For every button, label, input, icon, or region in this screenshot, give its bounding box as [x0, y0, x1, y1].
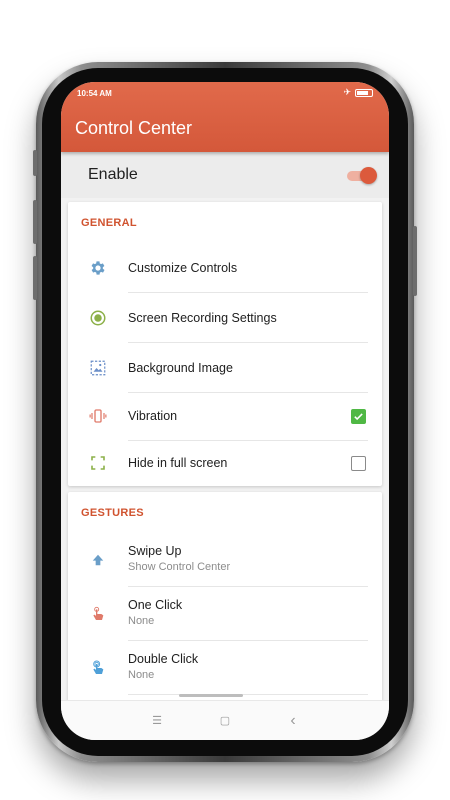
- item-label: Screen Recording Settings: [128, 311, 277, 325]
- home-icon[interactable]: ▢: [217, 714, 233, 727]
- divider: [128, 586, 368, 587]
- item-label: Double Click: [128, 652, 199, 666]
- list-item-one-click[interactable]: One Click None: [68, 594, 382, 632]
- image-icon: [88, 358, 108, 378]
- divider: [128, 694, 368, 695]
- volume-down-button: [33, 256, 37, 300]
- phone-screen: 10:54 AM ✈ Control Center Enable GENERAL…: [61, 82, 389, 740]
- divider: [128, 342, 368, 343]
- item-label: Customize Controls: [128, 261, 238, 275]
- back-icon[interactable]: ‹: [285, 712, 301, 730]
- item-label: One Click: [128, 598, 183, 612]
- list-item-swipe-up[interactable]: Swipe Up Show Control Center: [68, 540, 382, 578]
- divider: [128, 440, 368, 441]
- list-item-hide-in-full-screen[interactable]: Hide in full screen: [68, 447, 382, 479]
- scroll-handle[interactable]: [179, 694, 243, 697]
- double-tap-icon: [88, 658, 108, 678]
- item-label: Background Image: [128, 361, 233, 375]
- divider: [128, 292, 368, 293]
- status-time: 10:54 AM: [77, 89, 112, 98]
- vibration-checkbox[interactable]: [351, 408, 366, 424]
- item-value: Show Control Center: [128, 561, 231, 573]
- power-button: [413, 226, 417, 296]
- volume-up-button: [33, 200, 37, 244]
- list-item-customize-controls[interactable]: Customize Controls: [68, 252, 382, 284]
- divider: [128, 392, 368, 393]
- divider: [128, 640, 368, 641]
- navigation-bar: ☰ ▢ ‹: [61, 700, 389, 740]
- battery-icon: [355, 88, 373, 97]
- item-label: Hide in full screen: [128, 456, 228, 470]
- vibration-icon: [88, 406, 108, 426]
- status-icons: ✈: [343, 87, 373, 98]
- item-label: Vibration: [128, 409, 178, 423]
- item-label: Swipe Up: [128, 544, 182, 558]
- item-value: None: [128, 615, 155, 627]
- app-title: Control Center: [75, 118, 193, 138]
- airplane-icon: ✈: [343, 87, 351, 97]
- record-icon: [88, 308, 108, 328]
- gear-icon: [88, 258, 108, 278]
- list-item-background-image[interactable]: Background Image: [68, 352, 382, 384]
- enable-label: Enable: [88, 166, 138, 183]
- gestures-section-header: GESTURES: [81, 507, 144, 519]
- gestures-card: GESTURES Swipe Up Show Control Center On…: [68, 492, 382, 702]
- item-value: None: [128, 669, 155, 681]
- list-item-vibration[interactable]: Vibration: [68, 400, 382, 432]
- enable-toggle[interactable]: [347, 167, 377, 184]
- hide-full-screen-checkbox[interactable]: [351, 455, 366, 471]
- arrow-up-icon: [88, 550, 108, 570]
- tap-icon: [88, 604, 108, 624]
- general-card: GENERAL Customize Controls Screen Record…: [68, 202, 382, 486]
- list-item-screen-recording-settings[interactable]: Screen Recording Settings: [68, 302, 382, 334]
- toggle-thumb: [360, 167, 377, 184]
- menu-icon[interactable]: ☰: [149, 714, 165, 727]
- fullscreen-icon: [88, 453, 108, 473]
- mute-switch: [33, 150, 37, 176]
- list-item-double-click[interactable]: Double Click None: [68, 648, 382, 686]
- app-bar: 10:54 AM ✈ Control Center: [61, 82, 389, 152]
- check-icon: [354, 412, 363, 420]
- general-section-header: GENERAL: [81, 217, 137, 229]
- enable-row[interactable]: Enable: [61, 152, 389, 198]
